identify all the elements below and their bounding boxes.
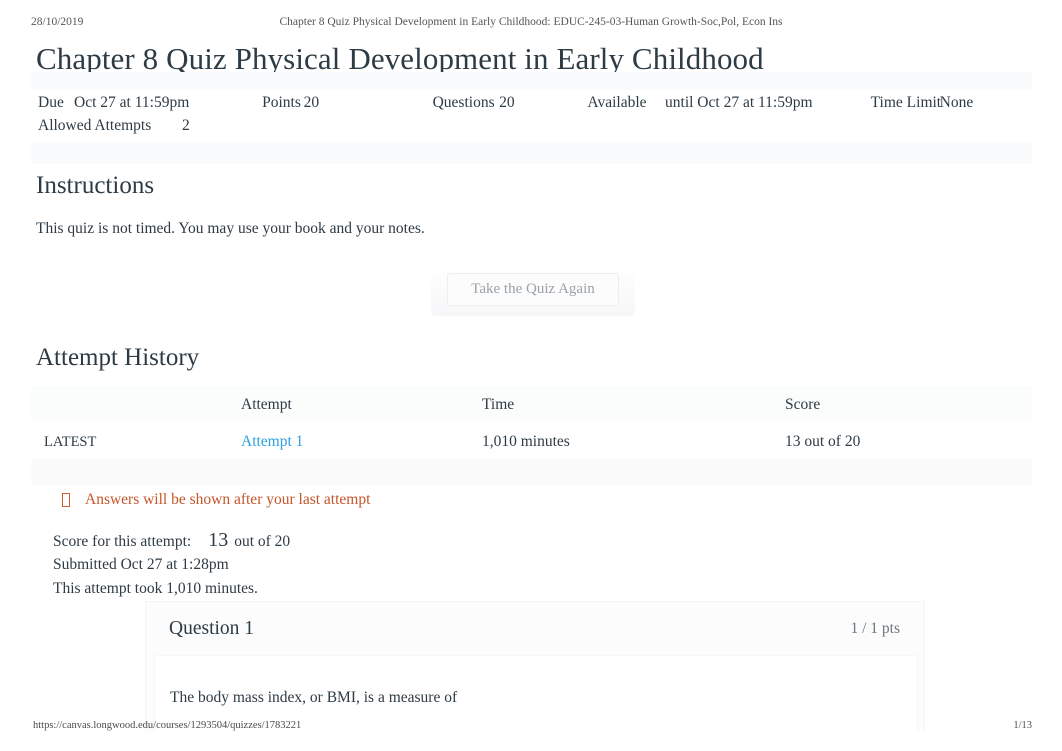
meta-due-value: Oct 27 at 11:59pm (74, 94, 190, 111)
meta-row-secondary: Allowed Attempts 2 (31, 117, 1032, 140)
meta-rows: Due Oct 27 at 11:59pm Points 20 Question… (31, 90, 1032, 142)
quiz-results-page: 28/10/2019 Chapter 8 Quiz Physical Devel… (0, 0, 1062, 751)
meta-points-label: Points (262, 94, 301, 111)
meta-time-limit-value: None (939, 94, 974, 111)
latest-badge: LATEST (44, 434, 97, 450)
meta-due-label: Due (38, 94, 64, 111)
duration-line: This attempt took 1,010 minutes. (53, 579, 258, 597)
footer-page-number: 1/13 (1013, 720, 1032, 731)
instructions-heading: Instructions (36, 172, 155, 199)
quiz-meta-table: Due Oct 27 at 11:59pm Points 20 Question… (31, 72, 1032, 164)
score-label: Score for this attempt: (53, 533, 192, 550)
meta-row-primary: Due Oct 27 at 11:59pm Points 20 Question… (31, 94, 1032, 117)
meta-band-bottom (31, 142, 1032, 164)
history-band-top (31, 386, 1032, 396)
take-quiz-again-button[interactable]: Take the Quiz Again (447, 273, 619, 306)
question-points: 1 / 1 pts (850, 619, 900, 637)
answers-shown-notice: Answers will be shown after your last at… (62, 491, 370, 509)
question-name: Question 1 (169, 617, 255, 639)
score-summary: Score for this attempt: 13 out of 20 Sub… (53, 529, 290, 600)
history-col-time: Time (482, 396, 515, 413)
history-band-bottom (31, 459, 1032, 485)
attempt-time: 1,010 minutes (482, 433, 570, 450)
print-header: 28/10/2019 Chapter 8 Quiz Physical Devel… (0, 16, 1062, 32)
attempt-history-table: Attempt Time Score LATEST Attempt 1 1,01… (31, 386, 1032, 485)
meta-time-limit-label: Time Limit (870, 94, 942, 111)
kept-score-value: 13 (208, 529, 229, 551)
answers-shown-notice-text: Answers will be shown after your last at… (85, 491, 371, 508)
meta-band-top (31, 72, 1032, 90)
history-band-mid (31, 421, 1032, 433)
question-container: Question 1 1 / 1 pts The body mass index… (145, 601, 925, 732)
footer-url: https://canvas.longwood.edu/courses/1293… (33, 720, 302, 731)
meta-questions-label: Questions (432, 94, 495, 111)
score-for-attempt-line: Score for this attempt: 13 out of 20 (53, 529, 290, 553)
history-col-score: Score (785, 396, 821, 413)
attempt-1-link[interactable]: Attempt 1 (241, 433, 303, 450)
meta-available-value: until Oct 27 at 11:59pm (665, 94, 813, 111)
print-header-title: Chapter 8 Quiz Physical Development in E… (279, 16, 783, 28)
table-row: LATEST Attempt 1 1,010 minutes 13 out of… (31, 433, 1032, 459)
history-col-attempt: Attempt (241, 396, 292, 413)
meta-questions-value: 20 (499, 94, 515, 111)
instructions-body: This quiz is not timed. You may use your… (36, 220, 425, 237)
question-header: Question 1 1 / 1 pts (146, 602, 924, 655)
meta-points-value: 20 (303, 94, 320, 111)
score-out-of: out of 20 (234, 533, 291, 550)
submitted-line: Submitted Oct 27 at 1:28pm (53, 556, 229, 574)
meta-allowed-attempts-label: Allowed Attempts (38, 117, 152, 134)
history-header-row: Attempt Time Score (31, 396, 1032, 421)
print-footer: https://canvas.longwood.edu/courses/1293… (0, 720, 1062, 734)
meta-available-label: Available (587, 94, 647, 111)
meta-allowed-attempts-value: 2 (182, 117, 190, 134)
attempt-history-heading: Attempt History (36, 344, 200, 371)
attempt-score: 13 out of 20 (785, 433, 861, 450)
missing-glyph-box-icon (62, 493, 70, 507)
question-text: The body mass index, or BMI, is a measur… (170, 689, 458, 706)
